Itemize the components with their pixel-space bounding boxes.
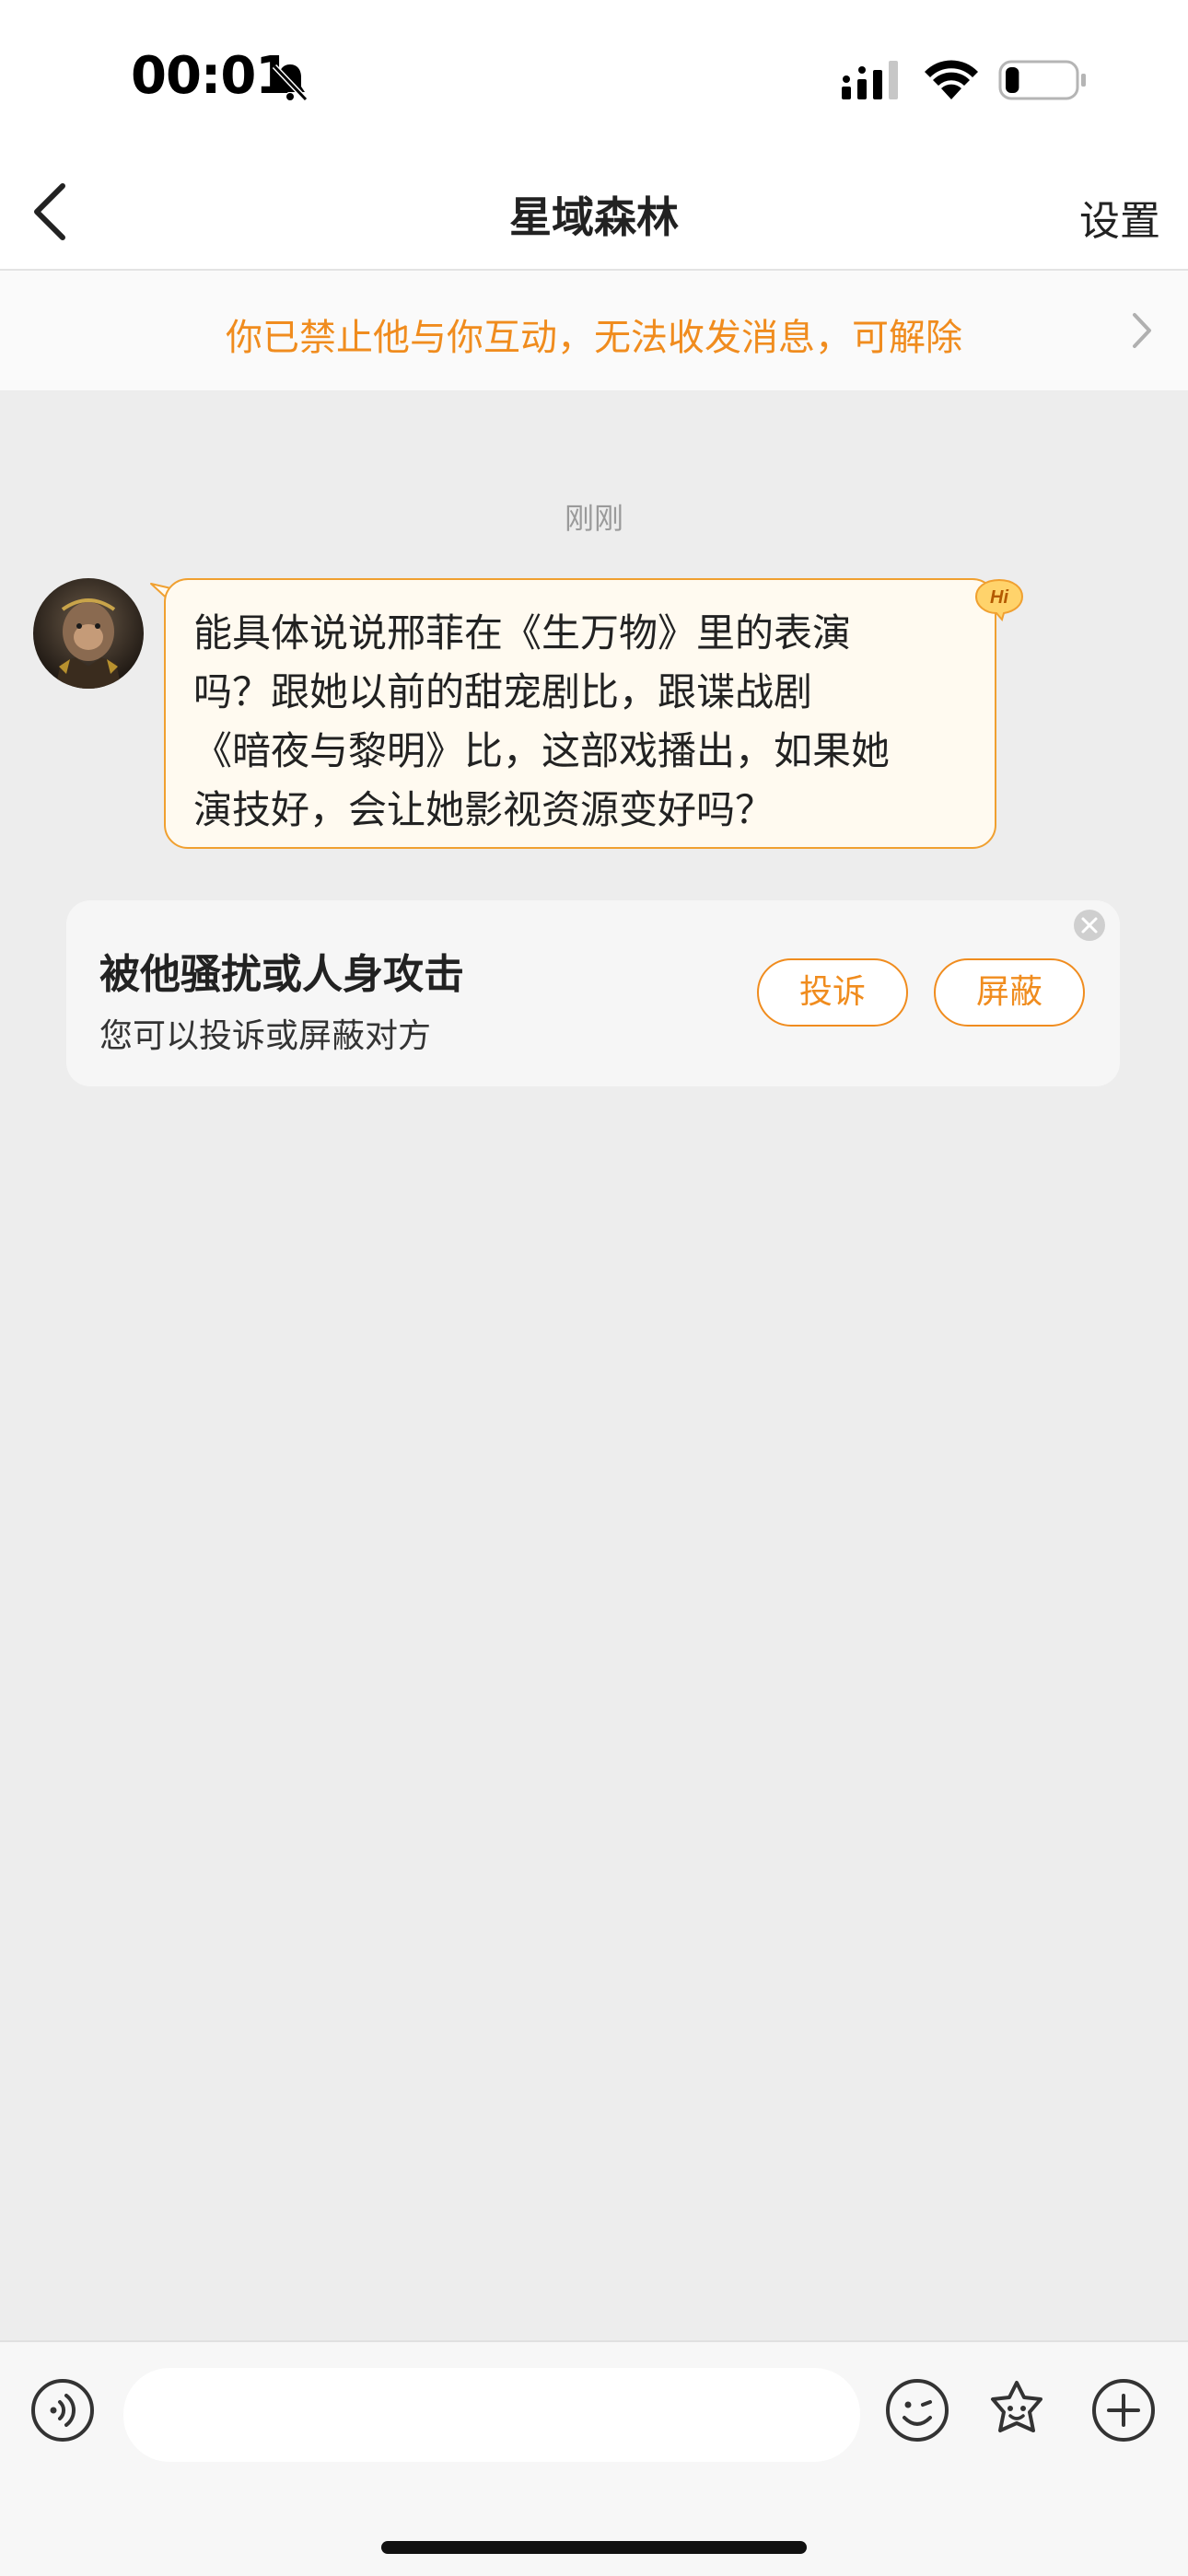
battery-icon	[998, 60, 1086, 100]
message-input-bar	[0, 2340, 1188, 2576]
status-bar: 00:01	[0, 0, 1188, 157]
home-indicator[interactable]	[381, 2541, 807, 2554]
blocked-notice-text: 你已禁止他与你互动，无法收发消息，可解除	[226, 317, 962, 359]
wifi-icon	[925, 60, 978, 99]
chevron-right-icon	[1133, 313, 1151, 348]
message-timestamp: 刚刚	[564, 501, 623, 536]
hi-greeting-badge: Hi	[974, 578, 1024, 622]
hi-badge-text: Hi	[990, 587, 1008, 608]
sender-avatar[interactable]	[33, 578, 144, 689]
navigation-bar: 星域森林 设置	[0, 157, 1188, 271]
plus-icon[interactable]	[1090, 2377, 1157, 2443]
report-card-title: 被他骚扰或人身攻击	[99, 951, 464, 998]
block-button[interactable]: 屏蔽	[934, 958, 1085, 1027]
message-input[interactable]	[123, 2368, 860, 2462]
complain-button[interactable]: 投诉	[757, 958, 908, 1027]
blocked-notice-banner[interactable]: 你已禁止他与你互动，无法收发消息，可解除	[0, 271, 1188, 390]
sticker-icon[interactable]	[984, 2377, 1050, 2443]
message-text: 能具体说说邢菲在《生万物》里的表演 吗？跟她以前的甜宠剧比，跟谍战剧 《暗夜与黎…	[193, 610, 891, 832]
emoji-icon[interactable]	[884, 2377, 950, 2443]
chat-title: 星域森林	[509, 192, 679, 242]
voice-input-icon[interactable]	[29, 2377, 96, 2443]
silent-bell-icon	[272, 64, 309, 102]
settings-button[interactable]: 设置	[1079, 188, 1160, 247]
report-card-subtitle: 您可以投诉或屏蔽对方	[99, 1017, 432, 1055]
report-block-card: 被他骚扰或人身攻击 您可以投诉或屏蔽对方 投诉 屏蔽	[66, 900, 1120, 1086]
cellular-signal-icon	[842, 61, 898, 99]
close-icon[interactable]	[1072, 908, 1107, 943]
message-bubble[interactable]: 能具体说说邢菲在《生万物》里的表演 吗？跟她以前的甜宠剧比，跟谍战剧 《暗夜与黎…	[164, 578, 996, 849]
